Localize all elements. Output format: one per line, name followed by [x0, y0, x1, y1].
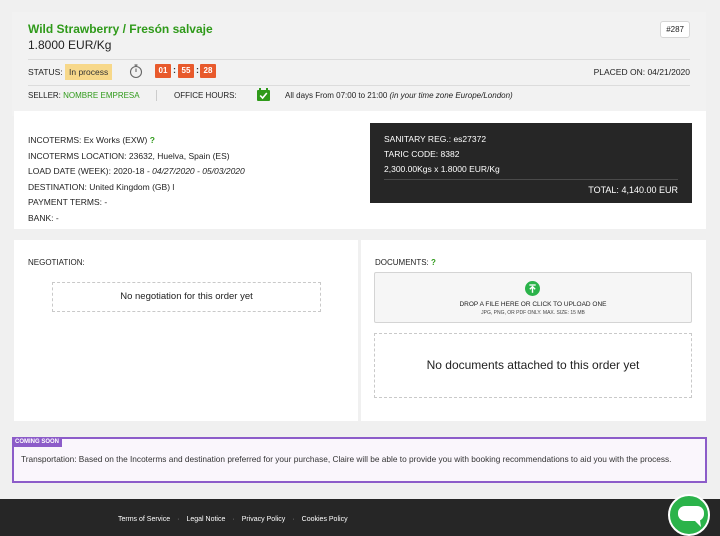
negotiation-panel: NEGOTIATION: No negotiation for this ord…: [14, 240, 358, 421]
footer-separator: ·: [292, 516, 295, 523]
coming-soon-tag: COMING SOON: [12, 437, 63, 447]
seller-row: SELLER: NOMBRE EMPRESA OFFICE HOURS: All…: [28, 88, 690, 104]
incoterms-row: INCOTERMS: Ex Works (EXW) ?: [28, 133, 245, 149]
placed-on-label: PLACED ON:: [593, 67, 646, 77]
order-total: TOTAL: 4,140.00 EUR: [588, 185, 678, 195]
incoterms-location-value: 23632, Huelva, Spain (ES): [128, 150, 230, 161]
documents-help-icon[interactable]: ?: [431, 258, 436, 267]
divider: [384, 179, 678, 180]
chat-bubble-icon: [678, 506, 704, 527]
footer-link-privacy[interactable]: Privacy Policy: [242, 516, 286, 523]
office-hours-value: All days From 07:00 to 21:00 (in your ti…: [285, 91, 513, 100]
footer-separator: ·: [177, 516, 180, 523]
order-summary-box: SANITARY REG.: es27372 TARIC CODE: 8382 …: [370, 123, 692, 203]
taric-code: TARIC CODE: 8382: [384, 149, 459, 159]
total-value: 4,140.00 EUR: [621, 185, 678, 195]
vertical-divider: [156, 90, 157, 101]
incoterms-location-row: INCOTERMS LOCATION: 23632, Huelva, Spain…: [28, 149, 245, 165]
timer-separator: :: [196, 65, 199, 75]
product-title: Wild Strawberry / Fresón salvaje: [28, 22, 213, 36]
taric-code-label: TARIC CODE:: [384, 149, 439, 159]
upload-constraints: JPG, PNG, OR PDF ONLY. MAX. SIZE: 15 MB: [481, 310, 585, 316]
load-date-row: LOAD DATE (WEEK): 2020-18 - 04/27/2020 -…: [28, 164, 245, 180]
timer-seconds: 28: [200, 64, 216, 78]
status-label: STATUS:: [28, 67, 63, 77]
seller-label: SELLER:: [28, 91, 61, 100]
load-date-range: - 04/27/2020 - 05/03/2020: [146, 166, 245, 177]
footer-link-legal[interactable]: Legal Notice: [186, 516, 225, 523]
bank-label: BANK:: [28, 212, 54, 223]
order-details-panel: INCOTERMS: Ex Works (EXW) ? INCOTERMS LO…: [14, 111, 706, 229]
documents-label-row: DOCUMENTS: ?: [375, 258, 436, 267]
incoterms-help-icon[interactable]: ?: [150, 135, 155, 145]
incoterms-label: INCOTERMS:: [28, 135, 82, 145]
destination-row: DESTINATION: United Kingdom (GB) l: [28, 180, 245, 196]
footer-link-terms[interactable]: Terms of Service: [118, 516, 170, 523]
timer-minutes: 55: [178, 64, 194, 78]
incoterms-location-label: INCOTERMS LOCATION:: [28, 150, 127, 161]
bank-row: BANK: -: [28, 211, 245, 227]
office-hours-text: All days From 07:00 to 21:00: [285, 91, 388, 100]
office-hours-label: OFFICE HOURS:: [174, 91, 237, 100]
status-row: STATUS: In process 01 : 55 : 28 PLACED O…: [28, 63, 690, 81]
documents-empty-state: No documents attached to this order yet: [374, 333, 692, 398]
office-hours-timezone: (in your time zone Europe/London): [389, 91, 513, 100]
taric-code-value: 8382: [440, 149, 460, 159]
load-date-label: LOAD DATE (WEEK):: [28, 166, 111, 177]
status-badge: In process: [65, 64, 113, 80]
payment-terms-label: PAYMENT TERMS:: [28, 197, 102, 208]
negotiation-empty-state: No negotiation for this order yet: [52, 282, 321, 312]
footer-separator: ·: [232, 516, 235, 523]
footer-link-cookies[interactable]: Cookies Policy: [302, 516, 348, 523]
sanitary-reg: SANITARY REG.: es27372: [384, 134, 486, 144]
timer-hours: 01: [155, 64, 171, 78]
upload-arrow-icon: [525, 281, 540, 296]
coming-soon-banner: COMING SOON Transportation: Based on the…: [12, 437, 707, 483]
negotiation-label: NEGOTIATION:: [28, 258, 85, 267]
placed-on-date: 04/21/2020: [647, 67, 690, 77]
payment-terms-row: PAYMENT TERMS: -: [28, 195, 245, 211]
total-label: TOTAL:: [588, 185, 619, 195]
load-date-week: 2020-18: [113, 166, 145, 177]
incoterms-value: Ex Works (EXW): [83, 135, 148, 145]
details-list: INCOTERMS: Ex Works (EXW) ? INCOTERMS LO…: [28, 133, 245, 227]
footer-links: Terms of Service · Legal Notice · Privacy Po…: [118, 516, 348, 523]
order-header: Wild Strawberry / Fresón salvaje 1.8000 …: [12, 12, 706, 116]
coming-soon-text: Transportation: Based on the Incoterms a…: [21, 454, 672, 464]
seller-name: NOMBRE EMPRESA: [63, 91, 140, 100]
divider: [28, 59, 690, 60]
upload-instructions: DROP A FILE HERE OR CLICK TO UPLOAD ONE: [459, 301, 607, 308]
quantity-line: 2,300.00Kgs x 1.8000 EUR/Kg: [384, 164, 500, 174]
divider: [28, 85, 690, 86]
bank-value: -: [55, 212, 59, 223]
destination-value: United Kingdom (GB) l: [89, 181, 175, 192]
destination-label: DESTINATION:: [28, 181, 87, 192]
timer-separator: :: [173, 65, 176, 75]
product-price: 1.8000 EUR/Kg: [28, 38, 112, 52]
documents-label: DOCUMENTS:: [375, 258, 429, 267]
order-id-badge: #287: [660, 21, 690, 38]
calendar-check-icon[interactable]: [257, 88, 270, 101]
seller: SELLER: NOMBRE EMPRESA: [28, 91, 140, 100]
placed-on: PLACED ON: 04/21/2020: [594, 67, 690, 77]
chat-button[interactable]: [668, 494, 710, 536]
sanitary-reg-value: es27372: [453, 134, 487, 144]
payment-terms-value: -: [104, 197, 108, 208]
file-upload-dropzone[interactable]: DROP A FILE HERE OR CLICK TO UPLOAD ONE …: [374, 272, 692, 323]
stopwatch-icon: [129, 64, 143, 79]
sanitary-reg-label: SANITARY REG.:: [384, 134, 452, 144]
footer: Terms of Service · Legal Notice · Privacy Po…: [0, 499, 720, 536]
documents-panel: DOCUMENTS: ? DROP A FILE HERE OR CLICK T…: [361, 240, 706, 421]
